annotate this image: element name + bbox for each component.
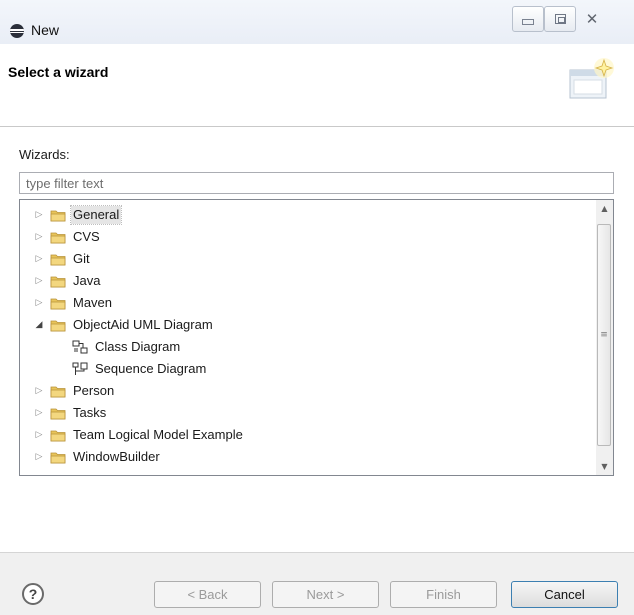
page-title: Select a wizard (8, 64, 109, 80)
next-button[interactable]: Next > (272, 581, 379, 608)
minimize-button[interactable] (512, 6, 544, 32)
scroll-down-arrow-icon[interactable]: ▼ (596, 458, 613, 475)
folder-icon (50, 451, 66, 464)
tree-folder-item[interactable]: ▷ Java (20, 270, 612, 292)
scroll-thumb[interactable]: ≡ (597, 224, 611, 446)
wizard-tree[interactable]: ▷ General ▷ CVS ▷ Git ▷ Java ▷ Maven ◢ ObjectAid UM… (19, 199, 614, 476)
wizard-header: Select a wizard (0, 44, 634, 127)
tree-folder-item[interactable]: ▷ CVS (20, 226, 612, 248)
tree-leaf-item[interactable]: Sequence Diagram (20, 358, 613, 380)
tree-folder-item[interactable]: ▷ WindowBuilder (20, 446, 612, 468)
filter-input[interactable] (19, 172, 614, 194)
tree-item-label: Person (73, 383, 115, 398)
tree-folder-item[interactable]: ▷ Maven (20, 292, 612, 314)
collapsed-arrow-icon[interactable]: ▷ (34, 254, 44, 264)
collapsed-arrow-icon[interactable]: ▷ (34, 452, 44, 462)
tree-item-label: ObjectAid UML Diagram (73, 317, 213, 332)
tree-item-label: Git (73, 251, 90, 266)
folder-icon (50, 319, 66, 332)
expanded-arrow-icon[interactable]: ◢ (34, 320, 44, 330)
folder-icon (50, 297, 66, 310)
collapsed-arrow-icon[interactable]: ▷ (34, 232, 44, 242)
wizards-label: Wizards: (19, 147, 70, 162)
minimize-icon (522, 19, 534, 25)
maximize-icon (554, 14, 566, 24)
cancel-button[interactable]: Cancel (511, 581, 618, 608)
sequence-diagram-icon (72, 362, 88, 376)
finish-button[interactable]: Finish (390, 581, 497, 608)
collapsed-arrow-icon[interactable]: ▷ (34, 430, 44, 440)
tree-folder-item[interactable]: ◢ ObjectAid UML Diagram (20, 314, 612, 336)
close-icon: ✕ (585, 10, 599, 28)
help-button[interactable]: ? (22, 583, 44, 605)
tree-item-label: WindowBuilder (73, 449, 160, 464)
tree-folder-item[interactable]: ▷ General (20, 204, 612, 226)
tree-item-label: CVS (73, 229, 100, 244)
folder-icon (50, 385, 66, 398)
folder-icon (50, 231, 66, 244)
collapsed-arrow-icon[interactable]: ▷ (34, 276, 44, 286)
scroll-up-arrow-icon[interactable]: ▲ (596, 200, 613, 217)
back-button[interactable]: < Back (154, 581, 261, 608)
vertical-scrollbar[interactable]: ▲ ≡ ▼ (596, 200, 613, 475)
folder-icon (50, 253, 66, 266)
tree-item-label: Class Diagram (95, 339, 181, 354)
eclipse-icon (10, 24, 24, 38)
collapsed-arrow-icon[interactable]: ▷ (34, 210, 44, 220)
tree-folder-item[interactable]: ▷ Team Logical Model Example (20, 424, 612, 446)
folder-icon (50, 209, 66, 222)
title-bar: New ✕ (0, 0, 634, 44)
tree-item-label: Tasks (73, 405, 107, 420)
tree-item-label: Team Logical Model Example (73, 427, 243, 442)
tree-item-label: Sequence Diagram (95, 361, 207, 376)
folder-icon (50, 429, 66, 442)
tree-folder-item[interactable]: ▷ Person (20, 380, 612, 402)
tree-item-label: Java (73, 273, 101, 288)
tree-folder-item[interactable]: ▷ Tasks (20, 402, 612, 424)
window-title: New (31, 22, 60, 38)
collapsed-arrow-icon[interactable]: ▷ (34, 386, 44, 396)
tree-item-label: General (69, 205, 123, 225)
folder-icon (50, 407, 66, 420)
collapsed-arrow-icon[interactable]: ▷ (34, 298, 44, 308)
close-button[interactable]: ✕ (576, 6, 608, 32)
tree-item-label: Maven (73, 295, 113, 310)
maximize-button[interactable] (544, 6, 576, 32)
class-diagram-icon (72, 340, 88, 354)
collapsed-arrow-icon[interactable]: ▷ (34, 408, 44, 418)
new-wizard-banner-icon (569, 58, 614, 99)
tree-leaf-item[interactable]: Class Diagram (20, 336, 613, 358)
window-controls: ✕ (512, 6, 608, 32)
folder-icon (50, 275, 66, 288)
tree-folder-item[interactable]: ▷ Git (20, 248, 612, 270)
